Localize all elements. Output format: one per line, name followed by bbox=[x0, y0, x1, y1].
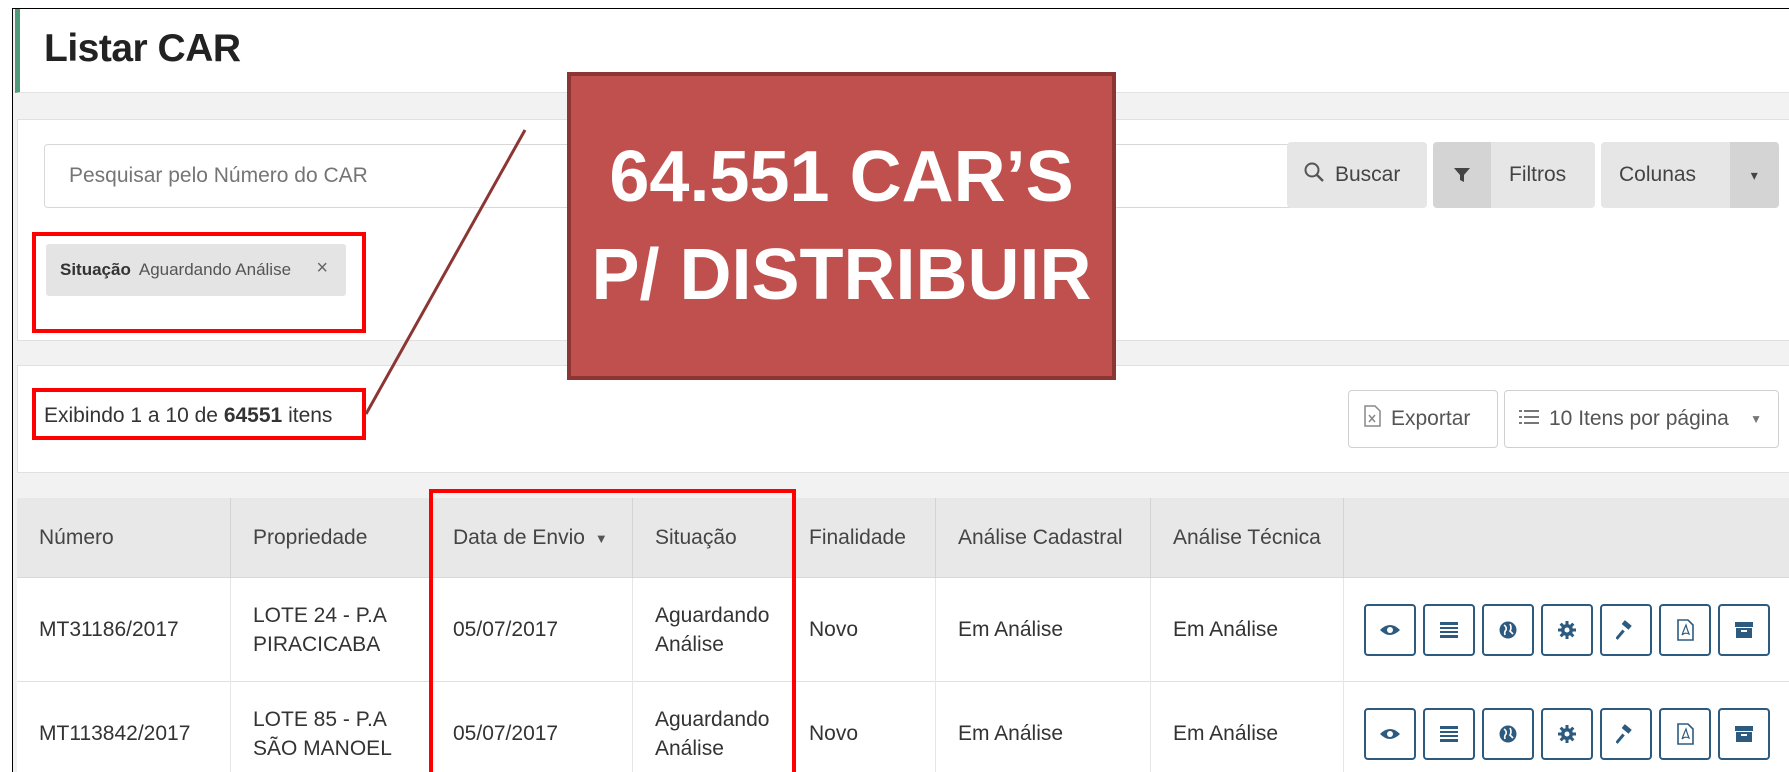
excel-file-icon bbox=[1363, 405, 1381, 433]
row-actions bbox=[1364, 604, 1770, 656]
cell-analise-tecnica: Em Análise bbox=[1150, 682, 1343, 772]
cell-finalidade: Novo bbox=[792, 682, 935, 772]
cell-analise-tecnica: Em Análise bbox=[1150, 578, 1343, 682]
header-actions bbox=[1343, 498, 1789, 578]
table-row: MT31186/2017 LOTE 24 - P.A PIRACICABA 05… bbox=[17, 578, 1789, 682]
highlight-results-count bbox=[32, 388, 366, 440]
cell-numero: MT31186/2017 bbox=[39, 618, 179, 642]
highlight-date-status-columns bbox=[429, 489, 796, 772]
judge-button[interactable] bbox=[1600, 708, 1652, 760]
per-page-dropdown[interactable]: 10 Itens por página ▼ bbox=[1504, 390, 1779, 448]
list-icon bbox=[1519, 407, 1539, 431]
archive-button[interactable] bbox=[1718, 604, 1770, 656]
cell-propriedade: LOTE 85 - P.A SÃO MANOEL bbox=[230, 682, 430, 772]
gavel-icon bbox=[1616, 724, 1632, 744]
archive-icon bbox=[1735, 726, 1753, 742]
filters-button[interactable]: Filtros bbox=[1433, 142, 1595, 208]
search-button-label: Buscar bbox=[1335, 163, 1401, 186]
pdf-button[interactable] bbox=[1659, 708, 1711, 760]
cell-analise-cadastral: Em Análise bbox=[935, 578, 1150, 682]
annotation-callout: 64.551 CAR’S P/ DISTRIBUIR bbox=[567, 72, 1116, 380]
header-propriedade[interactable]: Propriedade bbox=[230, 498, 430, 578]
header-numero[interactable]: Número bbox=[17, 498, 230, 578]
header-analise-tecnica[interactable]: Análise Técnica bbox=[1150, 498, 1343, 578]
pdf-button[interactable] bbox=[1659, 604, 1711, 656]
settings-button[interactable] bbox=[1541, 604, 1593, 656]
map-button[interactable] bbox=[1482, 708, 1534, 760]
highlight-filter-chip bbox=[32, 232, 366, 333]
globe-icon bbox=[1499, 621, 1517, 639]
settings-button[interactable] bbox=[1541, 708, 1593, 760]
view-button[interactable] bbox=[1364, 708, 1416, 760]
header-finalidade[interactable]: Finalidade bbox=[792, 498, 935, 578]
per-page-label: 10 Itens por página bbox=[1549, 407, 1729, 430]
globe-icon bbox=[1499, 725, 1517, 743]
details-button[interactable] bbox=[1423, 604, 1475, 656]
table-row: MT113842/2017 LOTE 85 - P.A SÃO MANOEL 0… bbox=[17, 682, 1789, 772]
cell-propriedade-line2: PIRACICABA bbox=[253, 633, 381, 656]
header-analise-cadastral[interactable]: Análise Cadastral bbox=[935, 498, 1150, 578]
list-icon bbox=[1440, 726, 1458, 742]
archive-icon bbox=[1735, 622, 1753, 638]
cell-numero: MT113842/2017 bbox=[39, 722, 191, 746]
gear-icon bbox=[1558, 621, 1576, 639]
eye-icon bbox=[1380, 625, 1400, 635]
archive-button[interactable] bbox=[1718, 708, 1770, 760]
cell-propriedade-line1: LOTE 85 - P.A bbox=[253, 707, 387, 731]
judge-button[interactable] bbox=[1600, 604, 1652, 656]
cell-propriedade-line2: SÃO MANOEL bbox=[253, 737, 392, 760]
cell-analise-cadastral: Em Análise bbox=[935, 682, 1150, 772]
columns-dropdown-label: Colunas bbox=[1619, 163, 1697, 186]
page-title: Listar CAR bbox=[44, 27, 241, 70]
caret-down-icon: ▼ bbox=[1750, 412, 1762, 426]
gear-icon bbox=[1558, 725, 1576, 743]
table-header: Número Propriedade Data de Envio ▼ Situa… bbox=[17, 498, 1789, 578]
callout-line-2: P/ DISTRIBUIR bbox=[591, 235, 1092, 315]
pdf-icon bbox=[1677, 723, 1694, 745]
export-button[interactable]: Exportar bbox=[1348, 390, 1498, 448]
search-icon bbox=[1303, 161, 1325, 189]
eye-icon bbox=[1380, 729, 1400, 739]
filters-button-label: Filtros bbox=[1509, 163, 1567, 186]
row-actions bbox=[1364, 708, 1770, 760]
pdf-icon bbox=[1677, 619, 1694, 641]
cell-propriedade-line1: LOTE 24 - P.A bbox=[253, 603, 387, 627]
export-button-label: Exportar bbox=[1391, 407, 1471, 430]
gavel-icon bbox=[1616, 620, 1632, 640]
details-button[interactable] bbox=[1423, 708, 1475, 760]
callout-line-1: 64.551 CAR’S bbox=[609, 137, 1074, 217]
search-button[interactable]: Buscar bbox=[1287, 142, 1427, 208]
map-button[interactable] bbox=[1482, 604, 1534, 656]
filter-icon bbox=[1433, 142, 1491, 208]
cell-finalidade: Novo bbox=[792, 578, 935, 682]
columns-dropdown[interactable]: Colunas ▾ bbox=[1601, 142, 1779, 208]
list-icon bbox=[1440, 622, 1458, 638]
cell-propriedade: LOTE 24 - P.A PIRACICABA bbox=[230, 578, 430, 682]
view-button[interactable] bbox=[1364, 604, 1416, 656]
caret-down-icon[interactable]: ▾ bbox=[1729, 142, 1779, 208]
